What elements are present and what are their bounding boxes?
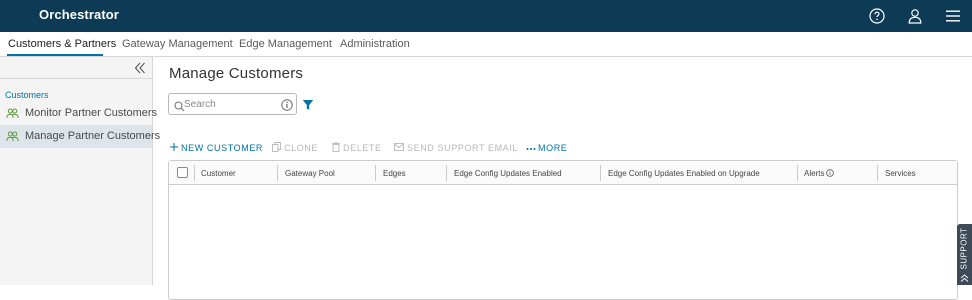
grid-header: Customer Gateway Pool Edges Edge Config … (169, 161, 957, 185)
tab-gateway-management[interactable]: Gateway Management (122, 38, 233, 50)
column-divider (446, 165, 447, 181)
clone-icon (272, 142, 281, 154)
info-icon[interactable] (826, 169, 835, 177)
alerts-label: Alerts (804, 168, 825, 178)
help-icon[interactable] (866, 5, 888, 27)
filter-icon[interactable] (302, 98, 314, 110)
page-title: Manage Customers (169, 65, 304, 82)
tab-customers-partners[interactable]: Customers & Partners (8, 38, 116, 50)
support-tab[interactable]: SUPPORT (957, 224, 972, 285)
sidebar: Customers Monitor Partner Customers Mana… (0, 57, 160, 285)
search-box[interactable] (168, 93, 297, 115)
delete-button[interactable]: DELETE (332, 141, 382, 155)
column-header-gateway-pool[interactable]: Gateway Pool (285, 161, 335, 185)
clone-button[interactable]: CLONE (272, 141, 318, 155)
main-tab-bar: Customers & Partners Gateway Management … (0, 32, 972, 57)
support-label-wrap: SUPPORT (957, 227, 972, 272)
column-divider (277, 165, 278, 181)
clone-label: CLONE (284, 143, 319, 153)
new-customer-button[interactable]: NEW CUSTOMER (170, 141, 263, 155)
more-button[interactable]: MORE (526, 141, 567, 155)
envelope-icon (394, 143, 404, 153)
column-divider (797, 165, 798, 181)
top-header: Orchestrator (0, 0, 972, 32)
collapse-sidebar-icon[interactable] (132, 60, 148, 76)
menu-icon[interactable] (942, 5, 964, 27)
more-label: MORE (538, 143, 568, 153)
column-header-edge-config-updates-enabled[interactable]: Edge Config Updates Enabled (454, 161, 562, 185)
send-support-email-label: SEND SUPPORT EMAIL (407, 143, 518, 153)
sidebar-item-monitor-partner-customers[interactable]: Monitor Partner Customers (0, 102, 157, 125)
people-icon (6, 107, 19, 120)
sidebar-section-customers: Customers (5, 90, 49, 100)
send-support-email-button[interactable]: SEND SUPPORT EMAIL (394, 141, 518, 155)
column-divider (600, 165, 601, 181)
ellipsis-icon (526, 143, 536, 153)
support-label: SUPPORT (959, 227, 969, 270)
column-divider (877, 165, 878, 181)
info-icon[interactable] (281, 98, 293, 111)
delete-label: DELETE (343, 143, 382, 153)
column-header-customer[interactable]: Customer (201, 161, 236, 185)
search-input[interactable] (184, 96, 279, 112)
column-divider (194, 165, 195, 181)
sidebar-item-label: Monitor Partner Customers (25, 107, 158, 119)
column-divider (375, 165, 376, 181)
plus-icon (170, 143, 178, 153)
customers-grid: Customer Gateway Pool Edges Edge Config … (168, 160, 958, 300)
people-icon (6, 130, 19, 143)
double-chevron-up-icon (960, 270, 969, 282)
new-customer-label: NEW CUSTOMER (181, 143, 264, 153)
column-header-alerts[interactable]: Alerts (804, 161, 835, 185)
tab-administration[interactable]: Administration (340, 38, 410, 50)
active-tab-indicator (7, 54, 103, 56)
user-icon[interactable] (904, 5, 926, 27)
sidebar-item-manage-partner-customers[interactable]: Manage Partner Customers (0, 125, 160, 148)
column-header-edge-config-updates-on-upgrade[interactable]: Edge Config Updates Enabled on Upgrade (608, 161, 760, 185)
column-header-services[interactable]: Services (885, 161, 916, 185)
sidebar-collapse-row (0, 57, 152, 79)
sidebar-item-label: Manage Partner Customers (25, 130, 161, 142)
column-header-edges[interactable]: Edges (383, 161, 406, 185)
app-title: Orchestrator (39, 7, 119, 22)
select-all-checkbox[interactable] (177, 167, 188, 178)
trash-icon (332, 141, 340, 154)
tab-edge-management[interactable]: Edge Management (239, 38, 332, 50)
